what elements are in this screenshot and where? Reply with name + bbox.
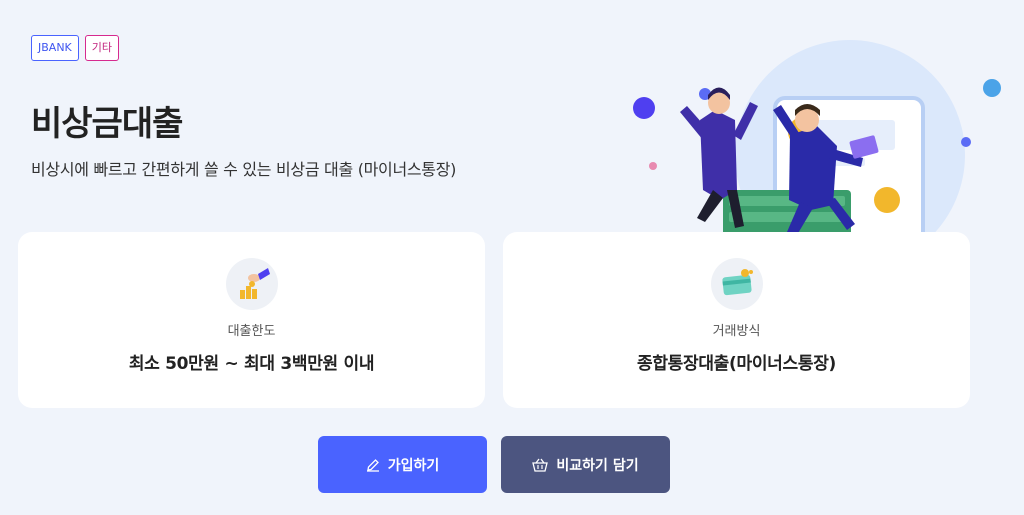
join-button[interactable]: 가입하기 [318, 436, 487, 493]
transaction-type-label: 거래방식 [712, 324, 761, 339]
page-subtitle: 비상시에 빠르고 간편하게 쓸 수 있는 비상금 대출 (마이너스통장) [31, 160, 457, 179]
pencil-icon [366, 458, 379, 472]
hand-coins-icon [225, 258, 278, 310]
compare-cart-button[interactable]: 비교하기 담기 [501, 436, 670, 493]
transaction-type-value: 종합통장대출(마이너스통장) [636, 354, 837, 374]
tag-bank: JBANK [31, 35, 79, 61]
basket-icon [532, 458, 549, 472]
loan-limit-card: 대출한도 최소 50만원 ~ 최대 3백만원 이내 [18, 232, 485, 408]
loan-limit-value: 최소 50만원 ~ 최대 3백만원 이내 [128, 354, 375, 374]
hero-illustration [625, 40, 1015, 270]
credit-card-icon [710, 258, 763, 310]
tag-category: 기타 [84, 35, 120, 61]
page-title: 비상금대출 [31, 104, 183, 144]
loan-limit-label: 대출한도 [227, 324, 276, 339]
compare-cart-button-label: 비교하기 담기 [556, 457, 639, 474]
join-button-label: 가입하기 [387, 457, 440, 474]
transaction-type-card: 거래방식 종합통장대출(마이너스통장) [503, 232, 970, 408]
tag-list: JBANK 기타 [31, 35, 120, 61]
